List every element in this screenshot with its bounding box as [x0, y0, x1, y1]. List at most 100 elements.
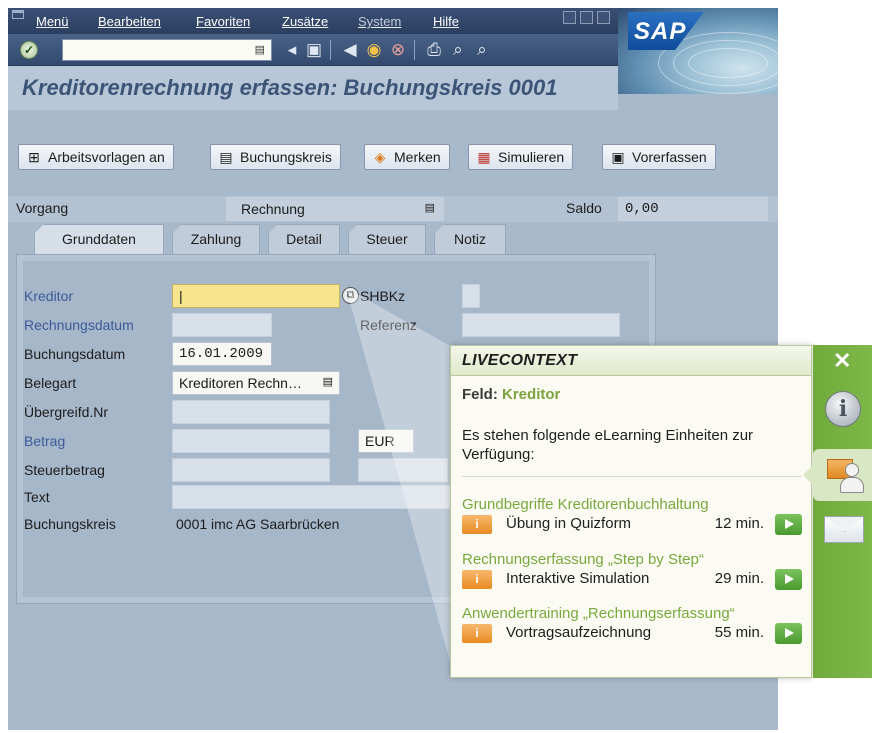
- course-title[interactable]: Rechnungserfassung „Step by Step“: [462, 551, 704, 568]
- company-code-icon: ▤: [219, 149, 233, 165]
- vorerfassen-button[interactable]: ▣ Vorerfassen: [602, 144, 716, 170]
- tree-structure-icon: ⊞: [28, 149, 40, 165]
- menu-item-system[interactable]: System: [358, 14, 401, 29]
- belegart-label: Belegart: [24, 375, 77, 391]
- simulieren-button[interactable]: ▦ Simulieren: [468, 144, 574, 170]
- course-duration: 29 min.: [714, 570, 764, 587]
- text-label: Text: [24, 489, 50, 505]
- tab-steuer[interactable]: Steuer: [348, 224, 426, 254]
- arbeitsvorlagen-button[interactable]: ⊞ Arbeitsvorlagen an: [18, 144, 174, 170]
- find-next-icon[interactable]: ⌕: [472, 40, 492, 60]
- kreditor-input[interactable]: |: [172, 284, 340, 308]
- close-icon[interactable]: ✕: [833, 348, 851, 374]
- minimize-button[interactable]: [563, 11, 576, 24]
- simulieren-label: Simulieren: [498, 149, 565, 165]
- saldo-field: 0,00: [618, 197, 768, 221]
- buchungsdatum-label: Buchungsdatum: [24, 346, 126, 362]
- course-title[interactable]: Grundbegriffe Kreditorenbuchhaltung: [462, 496, 709, 513]
- waehrung-input[interactable]: EUR: [358, 429, 414, 453]
- save-icon[interactable]: ▣: [304, 40, 324, 60]
- merken-label: Merken: [394, 149, 441, 165]
- course-row: i Vortragsaufzeichnung 55 min.: [462, 623, 802, 644]
- saldo-label: Saldo: [566, 200, 602, 216]
- info-badge-icon[interactable]: i: [462, 515, 492, 534]
- course-name: Vortragsaufzeichnung: [506, 624, 652, 641]
- maximize-button[interactable]: [580, 11, 593, 24]
- menu-item-menue[interactable]: Menü: [36, 14, 69, 29]
- menu-item-hilfe[interactable]: Hilfe: [433, 14, 459, 29]
- feld-label: Feld:: [462, 386, 498, 403]
- referenz-label: Referenz: [360, 317, 417, 333]
- divider: [462, 476, 802, 477]
- mail-icon[interactable]: [824, 516, 864, 543]
- park-document-icon: ▣: [611, 149, 625, 165]
- tab-grunddaten[interactable]: Grunddaten: [34, 224, 164, 256]
- find-icon[interactable]: ⌕: [448, 40, 468, 60]
- feld-value: Kreditor: [502, 386, 561, 403]
- course-row: i Interaktive Simulation 29 min.: [462, 569, 802, 590]
- vorgang-value: Rechnung: [241, 201, 305, 217]
- referenz-input[interactable]: [462, 313, 620, 337]
- info-badge-icon[interactable]: i: [462, 570, 492, 589]
- search-help-icon[interactable]: ⧉: [342, 287, 359, 304]
- dropdown-icon[interactable]: ▤: [425, 201, 435, 214]
- title-bar: Kreditorenrechnung erfassen: Buchungskre…: [8, 66, 618, 110]
- course-row: i Übung in Quizform 12 min.: [462, 514, 802, 535]
- application-toolbar: ⊞ Arbeitsvorlagen an ▤ Buchungskreis ◈ Merk…: [8, 110, 778, 176]
- shbkz-label: SHBKz: [360, 288, 406, 304]
- back-icon[interactable]: ◀: [340, 40, 360, 60]
- rechnungsdatum-input[interactable]: [172, 313, 272, 337]
- buchungskreis-label: Buchungskreis: [240, 149, 332, 165]
- dropdown-icon[interactable]: ▤: [323, 375, 333, 388]
- back-arrow-icon[interactable]: ◂: [282, 40, 302, 60]
- uebergreifd-input[interactable]: [172, 400, 330, 424]
- rechnungsdatum-label: Rechnungsdatum: [24, 317, 134, 333]
- livecontext-intro: Es stehen folgende eLearning Einheiten z…: [462, 427, 754, 463]
- buchungsdatum-input[interactable]: 16.01.2009: [172, 342, 272, 366]
- cancel-icon[interactable]: ⊗: [388, 40, 408, 60]
- page-title: Kreditorenrechnung erfassen: Buchungskre…: [22, 75, 558, 100]
- play-button[interactable]: [775, 569, 802, 590]
- close-window-button[interactable]: [597, 11, 610, 24]
- betrag-label: Betrag: [24, 433, 66, 449]
- info-icon[interactable]: i: [825, 391, 861, 427]
- menu-item-bearbeiten[interactable]: Bearbeiten: [98, 14, 161, 29]
- steuerbetrag-label: Steuerbetrag: [24, 462, 105, 478]
- menu-item-zusaetze[interactable]: Zusätze: [282, 14, 328, 29]
- simulate-icon: ▦: [477, 149, 491, 165]
- info-badge-icon[interactable]: i: [462, 624, 492, 643]
- livecontext-sidebar: ✕ i: [803, 345, 872, 678]
- uebergreifd-label: Übergreifd.Nr: [24, 404, 109, 420]
- tab-zahlung[interactable]: Zahlung: [172, 224, 260, 254]
- enter-checkmark-icon[interactable]: ✓: [20, 41, 38, 59]
- play-button[interactable]: [775, 514, 802, 535]
- course-title[interactable]: Anwendertraining „Rechnungserfassung“: [462, 605, 735, 622]
- steuerkennzeichen-input[interactable]: [358, 458, 448, 482]
- text-input[interactable]: [172, 485, 452, 509]
- tab-notiz[interactable]: Notiz: [434, 224, 506, 254]
- steuerbetrag-input[interactable]: [172, 458, 330, 482]
- shbkz-input[interactable]: [462, 284, 480, 308]
- sap-brand-area: SAP: [618, 8, 778, 94]
- menu-item-favoriten[interactable]: Favoriten: [196, 14, 250, 29]
- course-duration: 12 min.: [714, 515, 764, 532]
- arbeitsvorlagen-label: Arbeitsvorlagen an: [48, 149, 165, 165]
- standard-toolbar: ✓ ▤ ◂ ▣ ◀ ◉ ⊗ ⎙ ⌕ ⌕: [8, 34, 618, 66]
- dropdown-icon[interactable]: ▤: [255, 43, 265, 56]
- print-icon[interactable]: ⎙: [424, 40, 444, 60]
- course-name: Interaktive Simulation: [506, 570, 650, 587]
- window-menu-icon[interactable]: [12, 10, 24, 19]
- belegart-select[interactable]: Kreditoren Rechn… ▤: [172, 371, 340, 395]
- feld-info: Feld: Kreditor: [462, 386, 560, 403]
- play-button[interactable]: [775, 623, 802, 644]
- livecontext-header: LIVECONTEXT: [451, 346, 811, 376]
- tab-detail[interactable]: Detail: [268, 224, 340, 254]
- elearning-icon[interactable]: [803, 449, 872, 501]
- merken-button[interactable]: ◈ Merken: [364, 144, 450, 170]
- vorgang-select[interactable]: Rechnung ▤: [226, 197, 444, 221]
- vorerfassen-label: Vorerfassen: [632, 149, 707, 165]
- exit-icon[interactable]: ◉: [364, 40, 384, 60]
- betrag-input[interactable]: [172, 429, 330, 453]
- command-field[interactable]: ▤: [62, 39, 272, 61]
- buchungskreis-button[interactable]: ▤ Buchungskreis: [210, 144, 341, 170]
